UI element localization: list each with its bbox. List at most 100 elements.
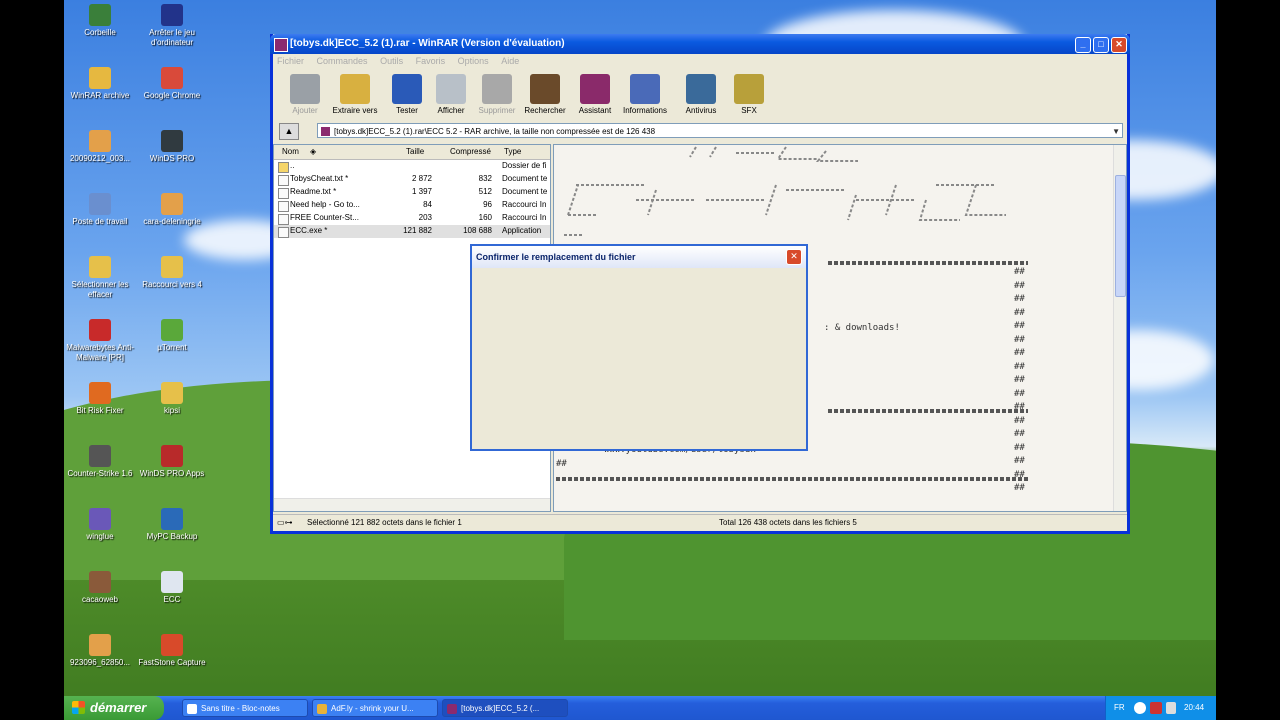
winrar-app-icon: [274, 38, 288, 52]
desktop-icon[interactable]: Arrêter le jeu d'ordinateur: [136, 4, 208, 48]
desktop-icon[interactable]: 923096_62850...: [64, 634, 136, 678]
toolbar-add-button: Ajouter: [279, 72, 331, 115]
scroll-thumb[interactable]: [1115, 175, 1126, 297]
menu-tools[interactable]: Outils: [380, 56, 403, 66]
column-type[interactable]: Type: [504, 147, 521, 156]
column-name[interactable]: Nom: [282, 147, 299, 156]
app-icon: [89, 319, 111, 341]
task-label: [tobys.dk]ECC_5.2 (...: [461, 704, 540, 713]
path-field[interactable]: [tobys.dk]ECC_5.2 (1).rar\ECC 5.2 - RAR …: [317, 123, 1123, 138]
desktop-icon[interactable]: Google Chrome: [136, 67, 208, 111]
drive-icon[interactable]: ▭⊶: [277, 515, 293, 531]
desktop-icon[interactable]: 20090212_003...: [64, 130, 136, 174]
network-icon[interactable]: [1134, 702, 1146, 714]
desktop-icon-label: µTorrent: [157, 343, 187, 352]
app-icon: [89, 193, 111, 215]
toolbar-view-button[interactable]: Afficher: [425, 72, 477, 115]
toolbar-info-button[interactable]: Informations: [619, 72, 671, 115]
menu-file[interactable]: Fichier: [277, 56, 304, 66]
desktop-icon[interactable]: cacaoweb: [64, 571, 136, 615]
sort-icon[interactable]: ◈: [310, 147, 316, 156]
hash-marker: ##: [1014, 321, 1025, 331]
desktop-icon[interactable]: ECC: [136, 571, 208, 615]
toolbar-antivirus-button[interactable]: Antivirus: [675, 72, 727, 115]
app-icon: [89, 256, 111, 278]
toolbar-wizard-button[interactable]: Assistant: [569, 72, 621, 115]
task-notepad[interactable]: Sans titre - Bloc-notes: [182, 699, 308, 717]
desktop-icon-label: Counter-Strike 1.6: [67, 469, 133, 478]
file-row[interactable]: ECC.exe * 121 882 108 688 Application: [274, 225, 550, 238]
app-icon: [89, 382, 111, 404]
desktop-icon[interactable]: Poste de travail: [64, 193, 136, 237]
app-icon: [161, 508, 183, 530]
title-bar[interactable]: [tobys.dk]ECC_5.2 (1).rar - WinRAR (Vers…: [270, 34, 1130, 54]
app-icon: [89, 67, 111, 89]
start-button[interactable]: démarrer: [64, 696, 164, 720]
desktop-icon-label: MyPC Backup: [146, 532, 198, 541]
toolbar: Ajouter Extraire vers Tester Afficher Suppri…: [273, 72, 1127, 120]
hash-marker: ##: [1014, 388, 1025, 399]
hash-marker: ##: [1014, 442, 1025, 453]
hash-line: [828, 409, 1028, 413]
desktop-icon-label: Arrêter le jeu d'ordinateur: [149, 28, 195, 47]
system-tray: FR 20:44: [1105, 696, 1216, 720]
desktop-icon-label: Malwarebytes Anti-Malware [PR]: [66, 343, 134, 362]
language-indicator[interactable]: FR: [1114, 696, 1125, 720]
desktop-icon[interactable]: winglue: [64, 508, 136, 552]
security-icon[interactable]: [1150, 702, 1162, 714]
horizontal-scrollbar[interactable]: [274, 498, 550, 511]
cell-size: 2 872: [411, 174, 432, 183]
menu-commands[interactable]: Commandes: [317, 56, 368, 66]
toolbar-find-button[interactable]: Rechercher: [519, 72, 571, 115]
desktop-icon[interactable]: Malwarebytes Anti-Malware [PR]: [64, 319, 136, 363]
desktop-icon[interactable]: Raccourci vers 4: [136, 256, 208, 300]
file-row[interactable]: Readme.txt * 1 397 512 Document te: [274, 186, 550, 199]
maximize-button[interactable]: □: [1093, 37, 1109, 53]
app-icon: [89, 4, 111, 26]
menu-favorites[interactable]: Favoris: [416, 56, 446, 66]
vertical-scrollbar[interactable]: [1113, 145, 1126, 511]
app-icon: [161, 256, 183, 278]
column-packed[interactable]: Compressé: [450, 147, 491, 156]
close-button[interactable]: ✕: [1111, 37, 1127, 53]
menu-bar: Fichier Commandes Outils Favoris Options…: [273, 56, 1127, 70]
desktop-icon[interactable]: Sélectionner les effacer: [64, 256, 136, 300]
desktop-icon[interactable]: Counter-Strike 1.6: [64, 445, 136, 489]
file-row[interactable]: FREE Counter-St... 203 160 Raccourci In: [274, 212, 550, 225]
folder-up-icon: [278, 162, 289, 173]
menu-help[interactable]: Aide: [501, 56, 519, 66]
column-size[interactable]: Taille: [406, 147, 424, 156]
dialog-title[interactable]: Confirmer le remplacement du fichier: [472, 246, 806, 268]
dialog-close-button[interactable]: ✕: [786, 249, 802, 265]
chevron-down-icon[interactable]: ▼: [1112, 124, 1120, 137]
file-row[interactable]: TobysCheat.txt * 2 872 832 Document te: [274, 173, 550, 186]
toolbar-delete-button: Supprimer: [471, 72, 523, 115]
path-text: [tobys.dk]ECC_5.2 (1).rar\ECC 5.2 - RAR …: [334, 127, 656, 136]
desktop-icon[interactable]: FastStone Capture: [136, 634, 208, 678]
hash-marker: ##: [1014, 415, 1025, 426]
file-row[interactable]: Need help - Go to... 84 96 Raccourci In: [274, 199, 550, 212]
desktop-icon[interactable]: Bit Risk Fixer: [64, 382, 136, 426]
desktop-icon[interactable]: WinDS PRO: [136, 130, 208, 174]
desktop-icon[interactable]: kipsi: [136, 382, 208, 426]
file-row[interactable]: .. Dossier de fi: [274, 160, 550, 173]
task-winrar[interactable]: [tobys.dk]ECC_5.2 (...: [442, 699, 568, 717]
up-folder-button[interactable]: ▲: [279, 123, 299, 140]
task-browser[interactable]: AdF.ly - shrink your U...: [312, 699, 438, 717]
desktop-icon[interactable]: µTorrent: [136, 319, 208, 363]
menu-options[interactable]: Options: [458, 56, 489, 66]
desktop-icon[interactable]: WinDS PRO Apps: [136, 445, 208, 489]
minimize-button[interactable]: _: [1075, 37, 1091, 53]
desktop-icon[interactable]: WinRAR archive: [64, 67, 136, 111]
toolbar-sfx-button[interactable]: SFX: [723, 72, 775, 115]
volume-icon[interactable]: [1166, 702, 1176, 714]
toolbar-extract-button[interactable]: Extraire vers: [329, 72, 381, 115]
desktop-icon-label: Corbeille: [84, 28, 116, 37]
desktop-icon[interactable]: MyPC Backup: [136, 508, 208, 552]
app-icon: [161, 634, 183, 656]
desktop-icon[interactable]: cara-deleningrie: [136, 193, 208, 237]
start-label: démarrer: [90, 700, 147, 715]
info-icon: [630, 74, 660, 104]
desktop-icon-label: cara-deleningrie: [143, 217, 201, 226]
desktop-icon[interactable]: Corbeille: [64, 4, 136, 48]
